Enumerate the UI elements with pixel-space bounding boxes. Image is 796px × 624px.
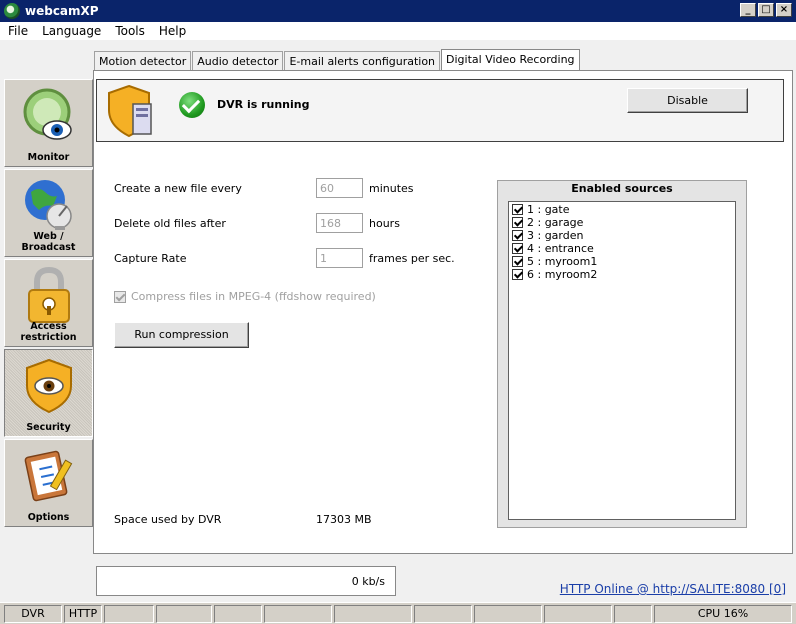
tab-motion-detector[interactable]: Motion detector [94,51,192,71]
space-used-value: 17303 MB [316,513,372,526]
delete-old-label: Delete old files after [114,217,226,230]
sources-list[interactable]: 1 : gate 2 : garage 3 : garden 4 : entra… [508,201,736,520]
padlock-icon [28,266,70,323]
menu-file[interactable]: File [0,24,34,38]
source-checkbox[interactable] [512,243,523,254]
bandwidth-display: 0 kb/s [96,566,396,596]
source-label: 3 : garden [527,229,584,242]
menu-tools[interactable]: Tools [107,24,151,38]
minimize-button[interactable]: _ [740,3,756,17]
source-checkbox[interactable] [512,269,523,280]
source-checkbox[interactable] [512,217,523,228]
tab-strip: Motion detector Audio detector E-mail al… [94,49,581,71]
enabled-sources-title: Enabled sources [571,182,673,195]
sidebar-item-label: Security [26,422,71,433]
list-item[interactable]: 6 : myroom2 [512,268,735,281]
http-status-link[interactable]: HTTP Online @ http://SALITE:8080 [0] [560,582,786,596]
sidebar-item-access-restriction[interactable]: Access restriction [4,259,93,347]
clipboard-pencil-icon [24,450,73,502]
status-bar: DVR HTTP CPU 16% [0,602,796,624]
status-empty-cell [214,605,262,623]
run-compression-button[interactable]: Run compression [114,322,249,348]
new-file-label: Create a new file every [114,182,242,195]
tab-audio-detector[interactable]: Audio detector [192,51,284,71]
delete-old-unit: hours [369,217,400,230]
menu-help[interactable]: Help [151,24,192,38]
maximize-button[interactable]: □ [758,3,774,17]
menu-bar: File Language Tools Help [0,22,796,40]
source-label: 1 : gate [527,203,570,216]
globe-satellite-icon [25,180,72,230]
source-checkbox[interactable] [512,256,523,267]
title-bar: webcamXP _ □ × [0,0,796,22]
source-label: 2 : garage [527,216,584,229]
status-http: HTTP [64,605,102,623]
source-label: 6 : myroom2 [527,268,598,281]
list-item[interactable]: 1 : gate [512,203,735,216]
check-icon [179,92,205,118]
status-empty-cell [474,605,542,623]
delete-old-input[interactable]: 168 [316,213,363,233]
compress-checkbox-label: Compress files in MPEG-4 (ffdshow requir… [131,290,376,303]
status-empty-cell [414,605,472,623]
list-item[interactable]: 2 : garage [512,216,735,229]
status-empty-cell [156,605,212,623]
close-button[interactable]: × [776,3,792,17]
space-used-label: Space used by DVR [114,513,222,526]
sidebar-item-label: Options [27,512,70,523]
list-item[interactable]: 5 : myroom1 [512,255,735,268]
source-checkbox[interactable] [512,204,523,215]
sidebar-item-security[interactable]: Security [4,349,93,437]
compress-checkbox[interactable] [114,290,126,303]
new-file-input[interactable]: 60 [316,178,363,198]
source-checkbox[interactable] [512,230,523,241]
source-label: 5 : myroom1 [527,255,598,268]
shield-server-icon [108,84,152,138]
enabled-sources-group: Enabled sources 1 : gate 2 : garage 3 : … [497,180,747,528]
status-empty-cell [544,605,612,623]
shield-eye-icon [26,358,72,414]
status-cpu: CPU 16% [654,605,792,623]
status-empty-cell [104,605,154,623]
dvr-status-text: DVR is running [217,98,310,111]
status-empty-cell [264,605,332,623]
compress-checkbox-row[interactable]: Compress files in MPEG-4 (ffdshow requir… [114,290,376,303]
sidebar-item-label: Monitor [27,152,70,163]
status-dvr: DVR [4,605,62,623]
webcamxp-app-icon [4,3,20,19]
capture-rate-label: Capture Rate [114,252,187,265]
capture-rate-unit: frames per sec. [369,252,455,265]
sidebar-item-label: Access restriction [20,321,77,343]
status-empty-cell [334,605,412,623]
sidebar-item-web-broadcast[interactable]: Web / Broadcast [4,169,93,257]
disable-button[interactable]: Disable [627,88,748,113]
tab-digital-video-recording[interactable]: Digital Video Recording [441,49,580,71]
list-item[interactable]: 3 : garden [512,229,735,242]
source-label: 4 : entrance [527,242,594,255]
menu-language[interactable]: Language [34,24,107,38]
sidebar-item-label: Web / Broadcast [21,231,76,253]
sidebar-item-monitor[interactable]: Monitor [4,79,93,167]
status-empty-cell [614,605,652,623]
window-title: webcamXP [25,4,99,18]
monitor-eye-icon [23,88,72,140]
capture-rate-input[interactable]: 1 [316,248,363,268]
new-file-unit: minutes [369,182,414,195]
tab-email-alerts[interactable]: E-mail alerts configuration [284,51,441,71]
sidebar-item-options[interactable]: Options [4,439,93,527]
list-item[interactable]: 4 : entrance [512,242,735,255]
